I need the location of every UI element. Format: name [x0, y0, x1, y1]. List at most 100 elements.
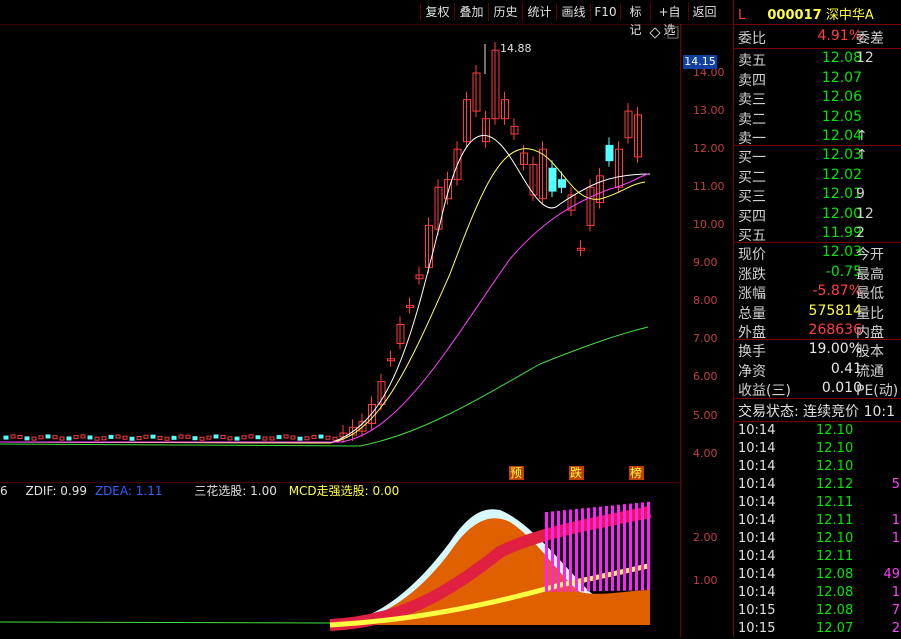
sell-row-value: 12.07: [821, 69, 862, 86]
indicator-chart[interactable]: [0, 482, 680, 637]
stat2-row-extra: 流通: [856, 363, 884, 380]
tick-row: 10:14 12.10: [738, 441, 901, 459]
buy-row-extra: 12: [856, 205, 874, 222]
toolbar-button-0[interactable]: 复权: [420, 3, 454, 21]
sell-row-value: 12.05: [821, 108, 862, 125]
buy-row-extra: 9: [856, 186, 865, 202]
sell-row-value: 12.06: [821, 89, 862, 105]
candle: [115, 434, 121, 439]
tick-time: 10:14: [738, 441, 776, 456]
candle: [59, 436, 65, 441]
toolbar-button-8[interactable]: 返回: [688, 3, 720, 21]
buy-row-extra: ↑: [856, 147, 868, 163]
candle: [80, 434, 86, 439]
candle: [101, 436, 107, 441]
candle: [143, 434, 149, 439]
stat-row-label: 现价: [738, 247, 766, 263]
marker-label: 预: [510, 466, 522, 480]
tick-price: 12.08: [816, 585, 854, 600]
candlestick-chart[interactable]: 14.88 预 跌 榜: [0, 24, 680, 482]
toolbar-button-6[interactable]: 标记: [620, 3, 650, 37]
magenta-bar: [557, 510, 560, 592]
magenta-bar: [629, 503, 632, 591]
candle: [269, 436, 275, 441]
stat-row: 总量 575814 量比: [738, 303, 901, 322]
sell-row: 卖二 12.05: [738, 109, 901, 128]
candle: [150, 434, 156, 439]
tick-volume: 2: [891, 621, 900, 636]
buy-row: 买二 12.02: [738, 167, 901, 186]
magenta-bar: [569, 509, 572, 592]
stat-row: 涨跌 -0.75 最高: [738, 264, 901, 283]
candle: [199, 436, 205, 441]
tick-price: 12.11: [816, 549, 854, 564]
magenta-bar: [617, 504, 620, 591]
sell-row: 卖四 12.07: [738, 70, 901, 89]
candle: [24, 436, 30, 441]
tick-time: 10:14: [738, 549, 776, 564]
stat2-row-label: 收益(三): [738, 383, 791, 399]
candle: [248, 434, 254, 439]
candle: [10, 434, 16, 439]
price-axis-label: 6.00: [693, 370, 718, 383]
magenta-bar: [581, 508, 584, 592]
toolbar-button-3[interactable]: 统计: [522, 3, 556, 21]
stat2-row: 净资 0.41 流通: [738, 361, 901, 380]
candle: [52, 435, 58, 440]
sell-row-extra: ↑: [856, 128, 868, 144]
tick-volume: 7: [891, 603, 900, 618]
stat2-row-extra: 股本: [856, 344, 884, 360]
price-axis-label: 13.00: [693, 104, 725, 117]
candle: [31, 436, 37, 441]
candle: [297, 436, 303, 441]
toolbar-button-5[interactable]: F10: [590, 3, 620, 21]
stat-row-label: 总量: [738, 305, 766, 322]
buy-row-value: 12.02: [821, 166, 862, 183]
ma20-line: [0, 173, 649, 443]
candle: [311, 434, 317, 439]
chart-toolbar: 复权 叠加 历史 统计 画线 F10 标记 +自选 返回: [0, 0, 733, 37]
toolbar-button-2[interactable]: 历史: [488, 3, 522, 21]
candle: [66, 436, 72, 441]
tick-price: 12.08: [816, 567, 854, 582]
sub-axis-label: 2.00: [693, 531, 718, 544]
toolbar-button-4[interactable]: 画线: [556, 3, 590, 21]
toolbar-button-1[interactable]: 叠加: [454, 3, 488, 21]
ma10-line: [0, 148, 646, 444]
buy-row-label: 买二: [738, 169, 766, 186]
current-price-tag: 14.15: [683, 55, 717, 69]
stat-row-label: 涨幅: [738, 286, 766, 302]
baseline-line: [0, 621, 331, 624]
toolbar-button-7[interactable]: +自选: [650, 3, 688, 37]
stat2-row: 换手 19.00% 股本: [738, 341, 901, 360]
candle: [185, 434, 191, 439]
quote-panel: L 000017 深中华A 委比 4.91% 委差 卖五 12.08 12 卖四 12.…: [733, 0, 901, 637]
sell-row-label: 卖二: [738, 111, 766, 128]
candle: [290, 435, 296, 440]
tick-price: 12.08: [816, 603, 854, 618]
stat-row-extra: 量比: [856, 305, 884, 322]
magenta-bar: [545, 512, 548, 592]
tick-row: 10:14 12.12 5: [738, 477, 901, 495]
candle: [325, 435, 331, 440]
tick-price: 12.10: [816, 423, 854, 438]
tick-time: 10:14: [738, 567, 776, 582]
tick-price: 12.07: [816, 621, 854, 636]
candle: [220, 435, 226, 440]
tick-volume: 49: [883, 567, 900, 582]
candle: [73, 435, 79, 440]
candle: [213, 434, 219, 439]
candle: [332, 436, 338, 441]
tick-price: 12.11: [816, 513, 854, 528]
buy-row-label: 买一: [738, 150, 766, 166]
candle: [241, 435, 247, 440]
stat2-row-label: 换手: [738, 344, 766, 360]
stat-row-extra: 今开: [856, 247, 884, 263]
stat2-row-label: 净资: [738, 363, 766, 380]
weibi-row: 委比 4.91% 委差: [738, 28, 901, 47]
tick-row: 10:14 12.11 1: [738, 513, 901, 531]
tick-time: 10:14: [738, 585, 776, 600]
magenta-bar: [563, 510, 566, 592]
tick-price: 12.12: [816, 477, 854, 492]
marker-label: 跌: [570, 465, 582, 480]
